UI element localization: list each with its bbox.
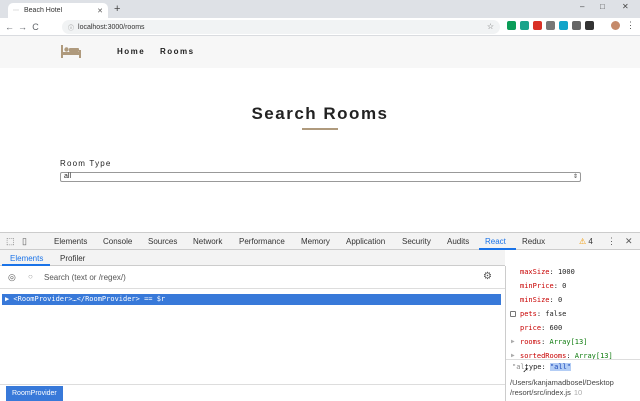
mouse-cursor-icon: ➚	[523, 366, 528, 375]
close-window-icon[interactable]: ✕	[622, 2, 629, 11]
subtab-profiler[interactable]: Profiler	[60, 254, 85, 263]
ext-gray-icon[interactable]	[546, 21, 555, 30]
prop-row[interactable]: price: 600	[520, 324, 562, 332]
state-props-panel: maxSize: 1000 minPrice: 0 minSize: 0 pet…	[506, 266, 640, 401]
component-breadcrumb: RoomProvider	[0, 384, 505, 401]
url-text: localhost:3000/rooms	[78, 23, 145, 31]
tab-close-icon[interactable]: ✕	[97, 7, 103, 15]
devtools-tabbar: ⬚ ▯ Elements Console Sources Network Per…	[0, 233, 640, 250]
warning-count[interactable]: ⚠ 4	[579, 237, 593, 246]
device-toolbar-icon[interactable]: ▯	[22, 236, 27, 247]
ext-green-icon[interactable]	[507, 21, 516, 30]
tab-performance[interactable]: Performance	[239, 237, 285, 246]
tab-application[interactable]: Application	[346, 237, 385, 246]
prop-row[interactable]: minSize: 0	[520, 296, 562, 304]
search-icon: ○	[28, 272, 33, 281]
website-viewport: Home Rooms Search Rooms Room Type all ⇕	[0, 36, 640, 232]
devtools-panel: ⬚ ▯ Elements Console Sources Network Per…	[0, 232, 640, 401]
ext-cyan-icon[interactable]	[559, 21, 568, 30]
inspect-element-icon[interactable]: ⬚	[6, 236, 15, 247]
ext-dark-icon[interactable]	[585, 21, 594, 30]
subtab-elements[interactable]: Elements	[10, 254, 43, 263]
tab-security[interactable]: Security	[402, 237, 431, 246]
ext-teal-icon[interactable]	[520, 21, 529, 30]
prop-row[interactable]: maxSize: 1000	[520, 268, 575, 276]
devtools-menu-icon[interactable]: ⋮	[607, 236, 616, 247]
hotel-bed-logo-icon[interactable]	[60, 43, 82, 59]
page-title: Search Rooms	[251, 104, 389, 123]
console-text: "altype: "all"	[512, 363, 572, 371]
new-tab-button[interactable]: +	[114, 3, 120, 15]
prop-row[interactable]: ▶ rooms: Array[13]	[511, 338, 587, 346]
site-navbar: Home Rooms	[0, 36, 640, 68]
select-arrows-icon: ⇕	[572, 174, 578, 180]
browser-tabstrip: ⋯ Beach Hotel ✕ + – □ ✕	[0, 0, 640, 18]
address-bar[interactable]: ⓘ localhost:3000/rooms ☆	[62, 20, 500, 34]
browser-tab-title: Beach Hotel	[24, 7, 63, 14]
gear-icon[interactable]: ⚙	[483, 271, 492, 282]
browser-tab[interactable]: ⋯ Beach Hotel ✕	[8, 3, 108, 18]
tab-memory[interactable]: Memory	[301, 237, 330, 246]
tab-network[interactable]: Network	[193, 237, 222, 246]
title-underline	[302, 128, 338, 130]
tab-react[interactable]: React	[485, 237, 506, 246]
browser-menu-icon[interactable]: ⋮	[626, 21, 635, 30]
favicon-icon: ⋯	[13, 7, 19, 14]
expand-arrow-icon[interactable]: ▶	[511, 352, 515, 359]
room-type-label: Room Type	[60, 159, 112, 168]
tab-elements[interactable]: Elements	[54, 237, 87, 246]
pets-checkbox[interactable]	[510, 311, 516, 317]
line-number: 10	[573, 388, 583, 397]
nav-home-link[interactable]: Home	[117, 47, 145, 56]
prop-row[interactable]: minPrice: 0	[520, 282, 566, 290]
console-tooltip: "altype: "all" ➚	[506, 359, 640, 375]
bookmark-star-icon[interactable]: ☆	[487, 22, 494, 31]
tab-redux[interactable]: Redux	[522, 237, 545, 246]
maximize-icon[interactable]: □	[600, 2, 605, 11]
component-search-input[interactable]: Search (text or /regex/)	[44, 273, 126, 282]
devtools-close-icon[interactable]: ✕	[625, 236, 633, 247]
warning-icon: ⚠	[579, 237, 587, 246]
ext-code-icon[interactable]	[572, 21, 581, 30]
breadcrumb-room-provider[interactable]: RoomProvider	[6, 386, 63, 401]
room-type-selected: all	[64, 173, 72, 180]
back-icon[interactable]: ←	[3, 22, 16, 32]
browser-toolbar: ← → C ⓘ localhost:3000/rooms ☆ ⋮	[0, 18, 640, 36]
select-component-icon[interactable]: ◎	[8, 272, 16, 283]
info-icon[interactable]: ⓘ	[68, 23, 74, 32]
source-file-path[interactable]: /Users/kanjamadbosel/Desktop /resort/src…	[510, 378, 614, 398]
reload-icon[interactable]: C	[29, 22, 42, 32]
expand-arrow-icon[interactable]: ▶	[511, 338, 515, 345]
forward-icon[interactable]: →	[16, 22, 29, 32]
tab-sources[interactable]: Sources	[148, 237, 177, 246]
minimize-icon[interactable]: –	[580, 2, 584, 11]
tab-console[interactable]: Console	[103, 237, 132, 246]
component-search-bar: ◎ ○ Search (text or /regex/) ⚙	[0, 266, 505, 289]
room-type-select[interactable]: all ⇕	[60, 172, 581, 182]
avatar[interactable]	[611, 21, 620, 30]
selected-value[interactable]: "all"	[549, 363, 572, 371]
prop-row[interactable]: pets: false	[510, 310, 566, 318]
tab-audits[interactable]: Audits	[447, 237, 469, 246]
ext-red-icon[interactable]	[533, 21, 542, 30]
react-subtabs: Elements Profiler	[0, 250, 505, 266]
nav-rooms-link[interactable]: Rooms	[160, 47, 195, 56]
component-tree-row[interactable]: ▶ <RoomProvider>…</RoomProvider> == $r	[2, 294, 501, 305]
